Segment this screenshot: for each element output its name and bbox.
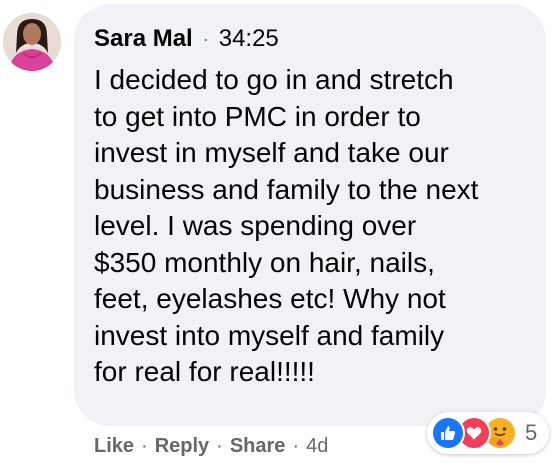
header-separator: · [202, 28, 209, 49]
action-separator: · [216, 434, 223, 457]
comment-actions: Like · Reply · Share · 4d [94, 432, 328, 460]
share-button[interactable]: Share [230, 435, 286, 458]
comment-header: Sara Mal · 34:25 [94, 24, 279, 54]
reply-button[interactable]: Reply [155, 435, 209, 458]
like-icon [431, 416, 465, 450]
action-separator: · [141, 434, 148, 457]
reaction-count: 5 [525, 420, 538, 445]
comment-text: I decided to go in and stretch to get in… [94, 64, 479, 387]
avatar[interactable] [3, 13, 61, 71]
comment-bubble: Sara Mal · 34:25 I decided to go in and … [74, 4, 546, 426]
like-button[interactable]: Like [94, 435, 134, 458]
reactions-summary[interactable]: 5 [427, 412, 550, 454]
author-name[interactable]: Sara Mal [94, 25, 193, 53]
comment-age[interactable]: 4d [306, 435, 328, 458]
action-separator: · [292, 434, 300, 457]
timestamp[interactable]: 34:25 [219, 25, 279, 53]
